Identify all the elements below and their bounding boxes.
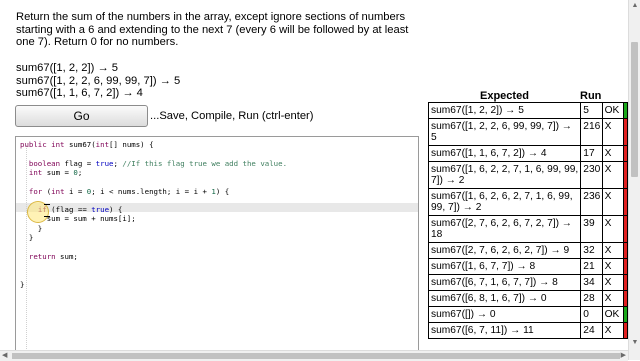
status-color-bar [622, 188, 629, 216]
status-cell: X [601, 322, 624, 339]
expected-cell: sum67([1, 6, 2, 6, 2, 7, 1, 6, 99, 99, 7… [427, 188, 582, 216]
status-cell: X [601, 145, 624, 162]
run-value-cell: 32 [580, 242, 603, 259]
code-editor[interactable]: public int sum67(int[] nums) { boolean f… [15, 136, 419, 361]
result-row: sum67([6, 7, 1, 6, 7, 7]) → 8 34 X [427, 274, 629, 291]
run-value-cell: 24 [580, 322, 603, 339]
go-button[interactable]: Go [15, 105, 148, 127]
run-value-cell: 216 [580, 118, 603, 146]
scroll-down-icon[interactable]: ▼ [631, 338, 639, 348]
status-cell: X [601, 290, 624, 307]
results-table: sum67([1, 2, 2]) → 5 5 OK sum67([1, 2, 2, 6… [427, 102, 629, 339]
vertical-scrollbar[interactable]: ▲ ▼ [628, 0, 640, 360]
result-row: sum67([1, 6, 2, 6, 2, 7, 1, 6, 99, 99, 7… [427, 188, 629, 216]
expected-cell: sum67([6, 8, 1, 6, 7]) → 0 [427, 290, 582, 307]
code-line: } [20, 233, 34, 242]
code-line: } [20, 223, 43, 233]
problem-description: Return the sum of the numbers in the arr… [16, 11, 409, 48]
results-panel: Expected Run sum67([1, 2, 2]) → 5 5 OK sum6… [427, 90, 629, 339]
result-row: sum67([2, 7, 6, 2, 6, 2, 7]) → 9 32 X [427, 242, 629, 259]
run-value-cell: 39 [580, 215, 603, 243]
code-line: public int sum67(int[] nums) { [20, 140, 154, 149]
expected-cell: sum67([]) → 0 [427, 306, 582, 323]
status-color-bar [622, 161, 629, 189]
status-cell: X [601, 188, 624, 216]
status-color-bar [622, 306, 629, 323]
status-color-bar [622, 145, 629, 162]
status-cell: X [601, 274, 624, 291]
expected-cell: sum67([1, 6, 2, 2, 7, 1, 6, 99, 99, 7]) … [427, 161, 582, 189]
result-row: sum67([1, 2, 2]) → 5 5 OK [427, 102, 629, 119]
status-cell: X [601, 118, 624, 146]
result-row: sum67([6, 8, 1, 6, 7]) → 0 28 X [427, 290, 629, 307]
results-header: Expected Run [428, 90, 628, 102]
example-line: sum67([1, 1, 6, 7, 2]) → 4 [16, 87, 143, 99]
run-value-cell: 34 [580, 274, 603, 291]
code-line: } [20, 279, 25, 289]
status-color-bar [622, 102, 629, 119]
status-color-bar [622, 215, 629, 243]
status-color-bar [622, 258, 629, 275]
example-line: sum67([1, 2, 2]) → 5 [16, 62, 118, 74]
result-row: sum67([6, 7, 11]) → 11 24 X [427, 322, 629, 339]
status-color-bar [622, 118, 629, 146]
run-value-cell: 28 [580, 290, 603, 307]
expected-cell: sum67([1, 2, 2, 6, 99, 99, 7]) → 5 [427, 118, 582, 146]
scroll-up-icon[interactable]: ▲ [631, 1, 639, 11]
status-color-bar [622, 274, 629, 291]
status-color-bar [622, 290, 629, 307]
result-row: sum67([1, 2, 2, 6, 99, 99, 7]) → 5 216 X [427, 118, 629, 146]
result-row: sum67([1, 6, 2, 2, 7, 1, 6, 99, 99, 7]) … [427, 161, 629, 189]
run-value-cell: 21 [580, 258, 603, 275]
code-line: boolean flag = true; //If this flag true… [28, 158, 288, 168]
run-value-cell: 230 [580, 161, 603, 189]
horizontal-scrollbar[interactable]: ◀ ▶ [0, 350, 628, 361]
run-value-cell: 17 [580, 145, 603, 162]
result-row: sum67([1, 1, 6, 7, 2]) → 4 17 X [427, 145, 629, 162]
expected-cell: sum67([2, 7, 6, 2, 6, 2, 7]) → 9 [427, 242, 582, 259]
result-row: sum67([]) → 0 0 OK [427, 306, 629, 323]
code-line: int sum = 0; [28, 167, 83, 177]
go-hint-text: ...Save, Compile, Run (ctrl-enter) [150, 110, 314, 122]
examples-list: sum67([1, 2, 2]) → 5 sum67([1, 2, 2, 6, … [16, 62, 180, 100]
hscroll-thumb[interactable] [12, 353, 620, 359]
run-value-cell: 236 [580, 188, 603, 216]
result-row: sum67([2, 7, 6, 2, 6, 7, 2, 7]) → 18 39 X [427, 215, 629, 243]
status-cell: OK [601, 102, 624, 119]
code-line: for (int i = 0; i < nums.length; i = i +… [28, 186, 230, 196]
header-expected: Expected [480, 90, 529, 102]
status-cell: X [601, 161, 624, 189]
run-value-cell: 0 [580, 306, 603, 323]
status-cell: X [601, 242, 624, 259]
status-color-bar [622, 322, 629, 339]
scroll-thumb[interactable] [631, 42, 638, 177]
code-line: return sum; [28, 251, 78, 261]
expected-cell: sum67([1, 2, 2]) → 5 [427, 102, 582, 119]
status-cell: X [601, 215, 624, 243]
status-cell: OK [601, 306, 624, 323]
expected-cell: sum67([1, 1, 6, 7, 2]) → 4 [427, 145, 582, 162]
expected-cell: sum67([2, 7, 6, 2, 6, 7, 2, 7]) → 18 [427, 215, 582, 243]
expected-cell: sum67([6, 7, 11]) → 11 [427, 322, 582, 339]
run-value-cell: 5 [580, 102, 603, 119]
expected-cell: sum67([1, 6, 7, 7]) → 8 [427, 258, 582, 275]
example-line: sum67([1, 2, 2, 6, 99, 99, 7]) → 5 [16, 74, 181, 87]
header-run: Run [580, 90, 602, 102]
status-cell: X [601, 258, 624, 275]
expected-cell: sum67([6, 7, 1, 6, 7, 7]) → 8 [427, 274, 582, 291]
status-color-bar [622, 242, 629, 259]
result-row: sum67([1, 6, 7, 7]) → 8 21 X [427, 258, 629, 275]
